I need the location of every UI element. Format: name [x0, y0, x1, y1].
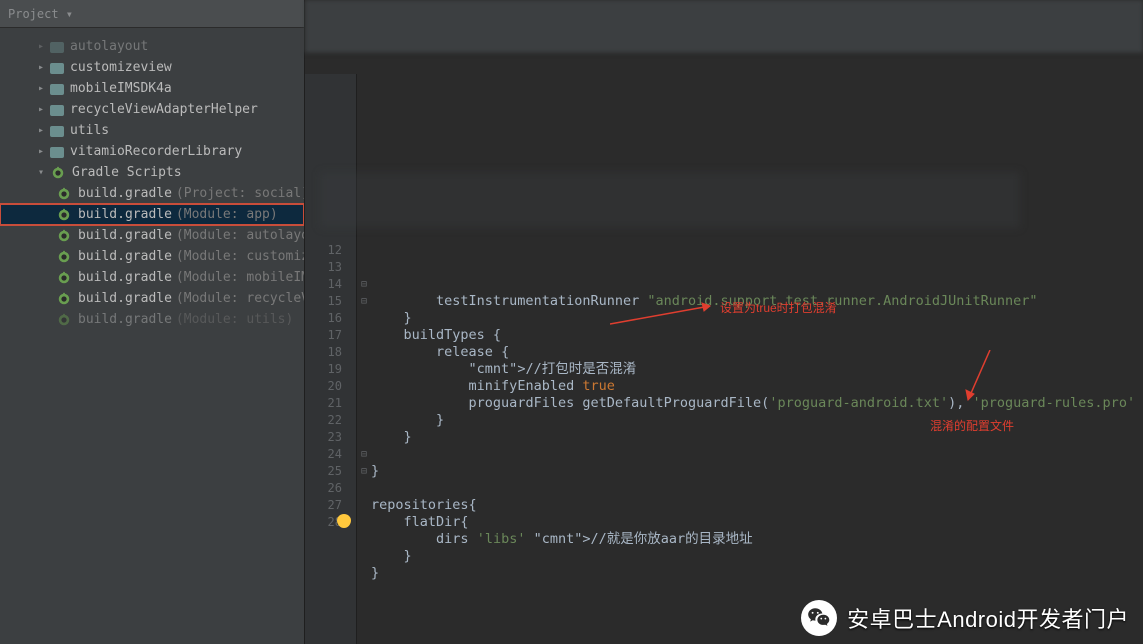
code-line-20[interactable]: }: [371, 429, 1143, 446]
file-name: build.gradle: [78, 228, 172, 243]
module-label: vitamioRecorderLibrary: [70, 144, 242, 159]
gradle-file-5[interactable]: build.gradle (Module: recycleViewAdapterH…: [0, 288, 304, 309]
code-line-17[interactable]: minifyEnabled true: [371, 378, 1143, 395]
module-recycleViewAdapterHelper[interactable]: ▸ recycleViewAdapterHelper: [0, 99, 304, 120]
code-line-26[interactable]: dirs 'libs' "cmnt">//就是你放aar的目录地址: [371, 531, 1143, 548]
chevron-right-icon: ▸: [36, 105, 46, 115]
file-qualifier: (Module: autolayout): [176, 228, 304, 243]
folder-icon: [50, 63, 64, 74]
code-line-16[interactable]: "cmnt">//打包时是否混淆: [371, 361, 1143, 378]
breadcrumb: [305, 54, 1143, 74]
gradle-icon: [50, 165, 66, 181]
blurred-region: [320, 172, 1020, 228]
code-line-14[interactable]: buildTypes {: [371, 327, 1143, 344]
module-label: utils: [70, 123, 109, 138]
gradle-icon: [56, 291, 72, 307]
file-qualifier: (Project: social): [176, 186, 304, 201]
gradle-icon: [56, 270, 72, 286]
line-number-gutter: 1213141516171819202122232425262728: [305, 74, 357, 644]
gradle-icon: [56, 312, 72, 328]
file-qualifier: (Module: app): [176, 207, 278, 222]
module-mobileIMSDK4a[interactable]: ▸ mobileIMSDK4a: [0, 78, 304, 99]
tab-bar-blurred: [305, 0, 1143, 54]
project-sidebar: Project ▾ ▸ autolayout ▸ customizeview ▸ mobi…: [0, 0, 305, 644]
module-customizeview[interactable]: ▸ customizeview: [0, 57, 304, 78]
gradle-scripts-tree: ▾ Gradle Scripts: [0, 162, 304, 183]
module-label: mobileIMSDK4a: [70, 81, 172, 96]
gradle-scripts-label: Gradle Scripts: [72, 165, 182, 180]
gradle-file-3[interactable]: build.gradle (Module: customizeview): [0, 246, 304, 267]
chevron-right-icon: ▸: [36, 42, 46, 52]
chevron-right-icon: ▸: [36, 126, 46, 136]
code-line-21[interactable]: [371, 446, 1143, 463]
file-qualifier: (Module: utils): [176, 312, 293, 327]
gradle-file-1[interactable]: build.gradle (Module: app): [0, 204, 304, 225]
gradle-file-4[interactable]: build.gradle (Module: mobileIMSDK4a): [0, 267, 304, 288]
chevron-down-icon: ▾: [36, 168, 46, 178]
gradle-file-0[interactable]: build.gradle (Project: social): [0, 183, 304, 204]
code-line-18[interactable]: proguardFiles getDefaultProguardFile('pr…: [371, 395, 1143, 412]
file-name: build.gradle: [78, 207, 172, 222]
code-line-27[interactable]: }: [371, 548, 1143, 565]
file-name: build.gradle: [78, 291, 172, 306]
code-line-24[interactable]: repositories{: [371, 497, 1143, 514]
folder-icon: [50, 105, 64, 116]
code-line-25[interactable]: flatDir{: [371, 514, 1143, 531]
chevron-right-icon: ▸: [36, 63, 46, 73]
file-name: build.gradle: [78, 249, 172, 264]
module-label: customizeview: [70, 60, 172, 75]
folder-icon: [50, 42, 64, 53]
annotation-1: 设置为true时打包混淆: [720, 299, 837, 316]
code-line-15[interactable]: release {: [371, 344, 1143, 361]
module-label: recycleViewAdapterHelper: [70, 102, 258, 117]
gradle-file-2[interactable]: build.gradle (Module: autolayout): [0, 225, 304, 246]
watermark: 安卓巴士Android开发者门户: [801, 600, 1129, 636]
chevron-right-icon: ▸: [36, 84, 46, 94]
code-area[interactable]: testInstrumentationRunner "android.suppo…: [371, 74, 1143, 644]
module-label: autolayout: [70, 39, 148, 54]
watermark-text: 安卓巴士Android开发者门户: [847, 602, 1129, 634]
arrow-2-icon: [960, 350, 1000, 410]
chevron-right-icon: ▸: [36, 147, 46, 157]
code-line-23[interactable]: [371, 480, 1143, 497]
file-qualifier: (Module: mobileIMSDK4a): [176, 270, 304, 285]
file-name: build.gradle: [78, 270, 172, 285]
gradle-file-6[interactable]: build.gradle (Module: utils): [0, 309, 304, 330]
module-tree: ▸autolayout▸customizeview▸mobileIMSDK4a▸…: [0, 36, 304, 162]
file-qualifier: (Module: recycleViewAdapterHelper): [176, 291, 304, 306]
gradle-icon: [56, 249, 72, 265]
folder-icon: [50, 147, 64, 158]
folder-icon: [50, 84, 64, 95]
wechat-icon: [801, 600, 837, 636]
file-name: build.gradle: [78, 186, 172, 201]
gradle-icon: [56, 186, 72, 202]
gradle-icon: [56, 207, 72, 223]
arrow-1-icon: [610, 300, 720, 328]
fold-column: ⊟⊟⊟⊟: [357, 74, 371, 644]
module-utils[interactable]: ▸ utils: [0, 120, 304, 141]
gradle-icon: [56, 228, 72, 244]
sidebar-header[interactable]: Project ▾: [0, 0, 304, 28]
module-vitamioRecorderLibrary[interactable]: ▸ vitamioRecorderLibrary: [0, 141, 304, 162]
annotation-2: 混淆的配置文件: [930, 417, 1014, 434]
script-list: build.gradle(Project: social)build.gradl…: [0, 183, 304, 330]
file-qualifier: (Module: customizeview): [176, 249, 304, 264]
code-line-19[interactable]: }: [371, 412, 1143, 429]
folder-icon: [50, 126, 64, 137]
code-line-28[interactable]: }: [371, 565, 1143, 582]
sidebar-title: Project ▾: [8, 7, 73, 21]
gradle-scripts-node[interactable]: ▾ Gradle Scripts: [0, 162, 304, 183]
code-line-22[interactable]: }: [371, 463, 1143, 480]
editor-pane: 1213141516171819202122232425262728 ⊟⊟⊟⊟ …: [305, 0, 1143, 644]
file-name: build.gradle: [78, 312, 172, 327]
module-autolayout[interactable]: ▸ autolayout: [0, 36, 304, 57]
